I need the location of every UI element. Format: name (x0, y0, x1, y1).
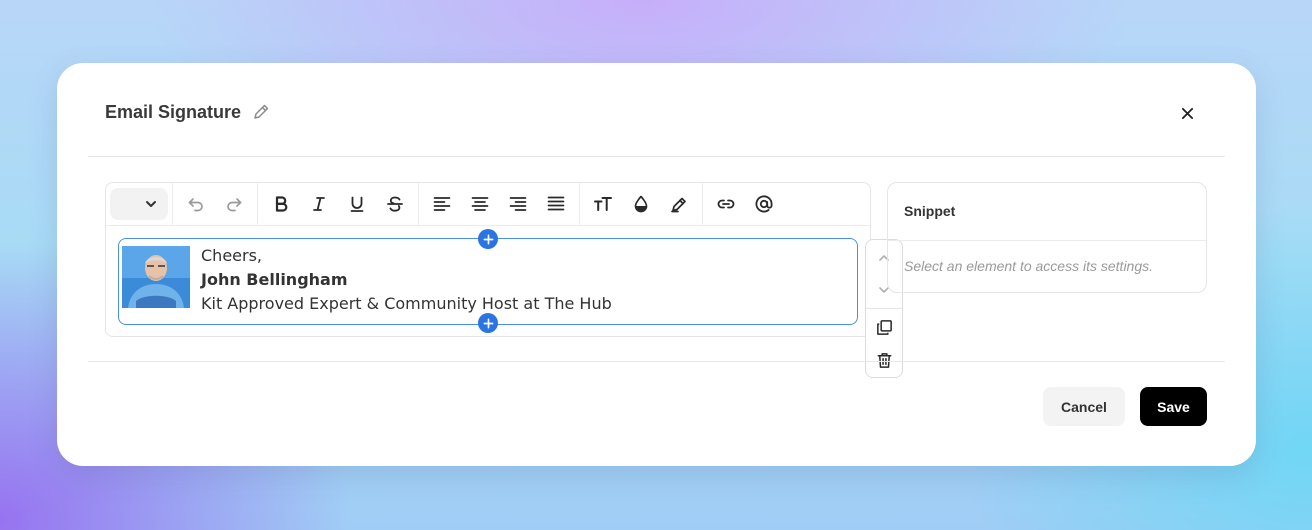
align-justify-icon (547, 196, 565, 211)
redo-button[interactable] (215, 188, 253, 220)
header-divider (88, 156, 1225, 157)
snippet-hint: Select an element to access its settings… (904, 258, 1154, 274)
text-color-button[interactable] (622, 188, 660, 220)
duplicate-icon (876, 319, 892, 335)
align-left-icon (433, 197, 451, 211)
add-block-below-button[interactable] (478, 313, 498, 333)
cancel-button[interactable]: Cancel (1043, 387, 1125, 426)
signature-text[interactable]: Cheers, John Bellingham Kit Approved Exp… (201, 244, 612, 316)
history-group (173, 183, 258, 225)
chevron-down-icon (146, 201, 156, 207)
snippet-divider (888, 240, 1206, 241)
footer-divider (88, 361, 1225, 362)
signature-name: John Bellingham (201, 270, 348, 289)
email-signature-dialog: Email Signature Cheers, John Bellingham … (57, 63, 1256, 466)
snippet-panel: Snippet Select an element to access its … (887, 182, 1207, 293)
align-right-icon (509, 197, 527, 211)
dialog-title-row: Email Signature (105, 101, 271, 123)
save-button[interactable]: Save (1140, 387, 1207, 426)
bold-button[interactable] (262, 188, 300, 220)
link-button[interactable] (707, 188, 745, 220)
plus-icon (483, 234, 493, 244)
undo-button[interactable] (177, 188, 215, 220)
snippet-title: Snippet (904, 203, 956, 219)
highlight-button[interactable] (660, 188, 698, 220)
align-center-button[interactable] (461, 188, 499, 220)
align-left-button[interactable] (423, 188, 461, 220)
font-size-icon (594, 197, 612, 211)
alignment-group (419, 183, 580, 225)
align-right-button[interactable] (499, 188, 537, 220)
block-tools-divider (866, 308, 902, 309)
add-block-above-button[interactable] (478, 229, 498, 249)
text-color-icon (634, 195, 648, 213)
insert-group (703, 183, 787, 225)
signature-editor: Cheers, John Bellingham Kit Approved Exp… (105, 182, 871, 337)
align-justify-button[interactable] (537, 188, 575, 220)
italic-icon (313, 197, 325, 211)
font-size-button[interactable] (584, 188, 622, 220)
signature-block[interactable]: Cheers, John Bellingham Kit Approved Exp… (118, 229, 858, 333)
pencil-icon[interactable] (251, 102, 271, 122)
align-center-icon (471, 197, 489, 211)
style-group (580, 183, 703, 225)
redo-icon (227, 198, 242, 212)
underline-icon (350, 196, 364, 212)
signature-greeting: Cheers, (201, 246, 262, 265)
plus-icon (483, 318, 493, 328)
link-icon (717, 199, 735, 209)
block-type-select[interactable] (110, 188, 168, 220)
dialog-title: Email Signature (105, 101, 242, 122)
bold-icon (275, 196, 288, 212)
editor-toolbar (106, 183, 870, 226)
italic-button[interactable] (300, 188, 338, 220)
block-type-group (106, 183, 173, 225)
underline-button[interactable] (338, 188, 376, 220)
duplicate-button[interactable] (866, 311, 902, 343)
delete-button[interactable] (866, 344, 902, 376)
avatar-photo[interactable] (122, 246, 190, 308)
formatting-group (258, 183, 419, 225)
strikethrough-icon (387, 196, 403, 212)
close-button[interactable] (1177, 103, 1197, 123)
strikethrough-button[interactable] (376, 188, 414, 220)
signature-role: Kit Approved Expert & Community Host at … (201, 294, 612, 313)
delete-icon (877, 352, 891, 368)
mention-icon (755, 195, 773, 213)
close-icon (1181, 107, 1193, 119)
undo-icon (188, 198, 203, 212)
mention-button[interactable] (745, 188, 783, 220)
highlight-icon (671, 197, 686, 213)
